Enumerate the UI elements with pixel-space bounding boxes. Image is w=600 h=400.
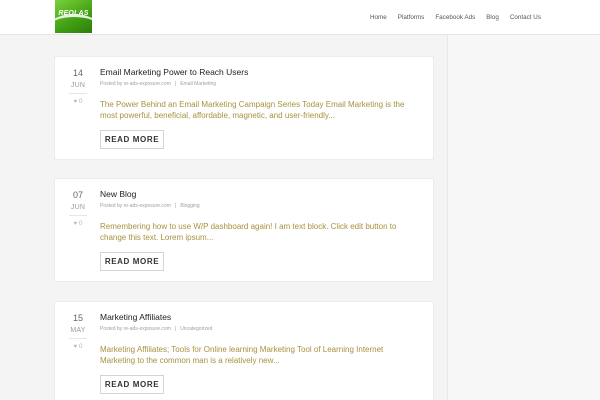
nav-platforms[interactable]: Platforms	[398, 14, 425, 21]
date-divider	[69, 215, 87, 216]
blog-post: 14 JUN ♥ 0 Email Marketing Power to Reac…	[54, 56, 434, 160]
post-month: MAY	[70, 327, 86, 334]
meta-separator: |	[174, 326, 177, 332]
blog-post: 15 MAY ♥ 0 Marketing Affiliates Posted b…	[54, 301, 434, 400]
site-logo[interactable]: REOLAS	[55, 0, 92, 33]
post-author[interactable]: Posted by re-ads-exposure.com	[100, 81, 171, 87]
meta-separator: |	[174, 203, 177, 209]
post-meta: Posted by re-ads-exposure.com | Blogging	[100, 203, 200, 209]
post-meta: Posted by re-ads-exposure.com | Uncategori…	[100, 326, 212, 332]
read-more-button[interactable]: READ MORE	[100, 130, 164, 149]
site-header: REOLAS Home Platforms Facebook Ads Blog …	[0, 0, 600, 35]
date-divider	[69, 93, 87, 94]
like-button[interactable]: ♥ 0	[67, 220, 89, 227]
post-date: 14 JUN ♥ 0	[67, 68, 89, 105]
post-month: JUN	[70, 204, 86, 211]
post-excerpt: Remembering how to use W/P dashboard aga…	[100, 222, 397, 242]
nav-blog[interactable]: Blog	[486, 14, 499, 21]
like-count: 0	[78, 98, 83, 105]
like-button[interactable]: ♥ 0	[67, 343, 89, 350]
post-category[interactable]: Uncategorized	[180, 326, 212, 332]
nav-home[interactable]: Home	[370, 14, 387, 21]
post-date: 07 JUN ♥ 0	[67, 190, 89, 227]
post-author[interactable]: Posted by re-ads-exposure.com	[100, 203, 171, 209]
post-date: 15 MAY ♥ 0	[67, 313, 89, 350]
like-count: 0	[78, 220, 83, 227]
sidebar	[447, 35, 600, 400]
like-button[interactable]: ♥ 0	[67, 98, 89, 105]
blog-post: 07 JUN ♥ 0 New Blog Posted by re-ads-exp…	[54, 178, 434, 282]
meta-separator: |	[174, 81, 177, 87]
post-day: 15	[72, 313, 83, 323]
logo-text: REOLAS	[58, 10, 89, 17]
post-title[interactable]: Marketing Affiliates	[100, 312, 171, 322]
post-day: 07	[72, 190, 83, 200]
like-count: 0	[78, 343, 83, 350]
post-day: 14	[72, 68, 83, 78]
post-excerpt: The Power Behind an Email Marketing Camp…	[100, 100, 405, 120]
heart-icon: ♥	[73, 99, 78, 105]
date-divider	[69, 338, 87, 339]
main-nav: Home Platforms Facebook Ads Blog Contact…	[370, 14, 541, 21]
post-author[interactable]: Posted by re-ads-exposure.com	[100, 326, 171, 332]
post-category[interactable]: Email Marketing	[180, 81, 216, 87]
read-more-button[interactable]: READ MORE	[100, 252, 164, 271]
post-category[interactable]: Blogging	[180, 203, 199, 209]
heart-icon: ♥	[73, 221, 78, 227]
post-title[interactable]: Email Marketing Power to Reach Users	[100, 67, 248, 77]
post-title[interactable]: New Blog	[100, 189, 136, 199]
nav-facebook-ads[interactable]: Facebook Ads	[435, 14, 475, 21]
read-more-button[interactable]: READ MORE	[100, 375, 164, 394]
post-month: JUN	[70, 82, 86, 89]
heart-icon: ♥	[73, 344, 78, 350]
post-excerpt: Marketing Affiliates; Tools for Online l…	[100, 345, 384, 365]
nav-contact-us[interactable]: Contact Us	[510, 14, 541, 21]
post-meta: Posted by re-ads-exposure.com | Email Mark…	[100, 81, 216, 87]
